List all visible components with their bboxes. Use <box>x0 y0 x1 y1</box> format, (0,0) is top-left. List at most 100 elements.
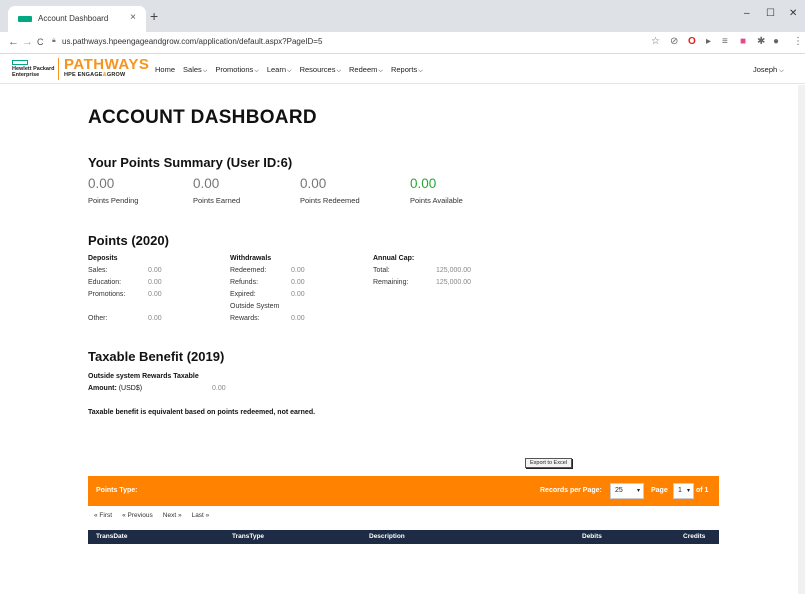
deposit-label: Education: <box>88 279 122 286</box>
page-select[interactable]: 1 ▾ <box>673 483 694 499</box>
lock-icon: 🔒︎ <box>52 37 56 44</box>
chevron-down-icon: ⌵ <box>336 68 342 74</box>
tab-close-icon[interactable]: × <box>130 12 136 23</box>
taxable-amount-value: 0.00 <box>212 385 226 392</box>
pathways-tagline: HPE ENGAGE&GROW <box>64 72 126 78</box>
back-icon[interactable]: ← <box>8 36 19 48</box>
taxable-label-line1: Outside system Rewards Taxable <box>88 373 199 380</box>
page-title: ACCOUNT DASHBOARD <box>88 107 317 128</box>
deposit-value: 0.00 <box>148 315 162 322</box>
menu-item-learn[interactable]: Learn⌵ <box>267 65 292 75</box>
deposits-heading: Deposits <box>88 255 118 262</box>
points-redeemed-label: Points Redeemed <box>300 196 360 205</box>
annual-cap-heading: Annual Cap: <box>373 255 415 262</box>
opera-icon[interactable]: O <box>688 36 696 47</box>
user-menu[interactable]: Joseph ⌵ <box>753 65 784 75</box>
profile-avatar-icon[interactable]: ● <box>773 36 779 47</box>
points-year-heading: Points (2020) <box>88 233 169 248</box>
pager: « First « Previous Next » Last » <box>94 512 209 519</box>
points-available-value: 0.00 <box>410 176 437 191</box>
annual-cap-label: Remaining: <box>373 279 409 286</box>
transactions-filter-bar: Points Type: Records per Page: 25 ▾ Page … <box>88 476 719 506</box>
chevron-down-icon: ⌵ <box>287 68 292 74</box>
page-scrollbar[interactable] <box>798 85 805 594</box>
deposit-value: 0.00 <box>148 291 162 298</box>
points-pending-value: 0.00 <box>88 176 115 191</box>
extension-icon[interactable]: ⊘ <box>670 36 678 47</box>
points-summary-heading: Your Points Summary (User ID:6) <box>88 155 293 170</box>
forward-icon[interactable]: → <box>22 36 33 48</box>
pager-first-link[interactable]: « First <box>94 512 112 519</box>
points-type-label: Points Type: <box>96 487 138 494</box>
menu-item-home[interactable]: Home <box>155 65 175 75</box>
menu-item-promotions[interactable]: Promotions⌵ <box>215 65 259 75</box>
deposit-label: Promotions: <box>88 291 126 298</box>
deposit-label: Other: <box>88 315 108 322</box>
withdrawal-label: Expired: <box>230 291 256 298</box>
export-to-excel-button[interactable]: Export to Excel <box>525 458 572 468</box>
chevron-down-icon: ▾ <box>636 488 640 494</box>
chevron-down-icon: ⌵ <box>202 68 208 74</box>
chevron-down-icon: ⌵ <box>418 68 423 74</box>
points-pending-label: Points Pending <box>88 196 139 205</box>
reload-icon[interactable]: C <box>37 37 44 47</box>
column-header-credits[interactable]: Credits <box>683 533 705 540</box>
page-count: of 1 <box>696 487 709 494</box>
extension-icon[interactable]: ≡ <box>722 36 728 47</box>
address-bar: ← → C 🔒︎ us.pathways.hpeengageandgrow.co… <box>0 32 805 54</box>
column-header-transtype[interactable]: TransType <box>232 533 264 540</box>
withdrawal-value: 0.00 <box>291 291 305 298</box>
hpe-logo[interactable]: Hewlett Packard Enterprise <box>12 60 58 78</box>
withdrawal-value: 0.00 <box>291 267 305 274</box>
browser-tab[interactable]: Account Dashboard × <box>8 6 146 32</box>
menu-item-resources[interactable]: Resources⌵ <box>300 65 341 75</box>
site-header: Hewlett Packard Enterprise PATHWAYS HPE … <box>0 54 805 84</box>
withdrawal-label: Refunds: <box>230 279 259 286</box>
taxable-benefit-heading: Taxable Benefit (2019) <box>88 349 225 364</box>
logo-divider <box>58 58 59 80</box>
menu-item-redeem[interactable]: Redeem⌵ <box>349 65 383 75</box>
menu-item-reports[interactable]: Reports⌵ <box>391 65 423 75</box>
annual-cap-value: 125,000.00 <box>436 279 472 286</box>
transactions-table-header: TransDate TransType Description Debits C… <box>88 530 719 544</box>
withdrawal-label: Rewards: <box>230 315 260 322</box>
pager-previous-link[interactable]: « Previous <box>122 512 153 519</box>
records-per-page-label: Records per Page: <box>540 487 602 494</box>
withdrawal-label: Redeemed: <box>230 267 267 274</box>
minimize-icon[interactable]: – <box>744 8 750 19</box>
tab-title: Account Dashboard <box>38 14 109 23</box>
pathways-logo[interactable]: PATHWAYS <box>64 57 149 72</box>
chevron-down-icon: ⌵ <box>254 68 259 74</box>
column-header-transdate[interactable]: TransDate <box>96 533 127 540</box>
main-menu: Home Sales⌵ Promotions⌵ Learn⌵ Resources… <box>155 65 423 75</box>
column-header-debits[interactable]: Debits <box>582 533 602 540</box>
points-earned-label: Points Earned <box>193 196 241 205</box>
window-close-icon[interactable]: ✕ <box>789 8 797 19</box>
tab-favicon-icon <box>18 16 32 22</box>
maximize-icon[interactable]: ☐ <box>766 8 775 19</box>
withdrawals-heading: Withdrawals <box>230 255 272 262</box>
url-field[interactable]: us.pathways.hpeengageandgrow.com/applica… <box>62 37 322 46</box>
puzzle-icon[interactable]: ✱ <box>757 36 765 47</box>
taxable-label-line2: Amount: (USD$) <box>88 385 143 392</box>
page-label: Page <box>651 487 668 494</box>
pager-next-link[interactable]: Next » <box>163 512 182 519</box>
deposit-value: 0.00 <box>148 267 162 274</box>
media-icon[interactable]: ▸ <box>706 36 711 47</box>
pager-last-link[interactable]: Last » <box>192 512 210 519</box>
column-header-description[interactable]: Description <box>369 533 405 540</box>
extension-icon[interactable]: ■ <box>740 36 746 47</box>
withdrawal-label: Outside System <box>230 303 280 310</box>
new-tab-button[interactable]: + <box>150 9 158 23</box>
star-icon[interactable]: ☆ <box>651 36 660 47</box>
menu-item-sales[interactable]: Sales⌵ <box>183 65 207 75</box>
taxable-note: Taxable benefit is equivalent based on p… <box>88 409 316 416</box>
more-menu-icon[interactable]: ⋮ <box>793 36 803 47</box>
chevron-down-icon: ⌵ <box>779 68 784 74</box>
withdrawal-value: 0.00 <box>291 315 305 322</box>
hpe-logo-icon <box>12 60 28 65</box>
hpe-logo-text: Hewlett Packard Enterprise <box>12 66 55 78</box>
points-redeemed-value: 0.00 <box>300 176 327 191</box>
records-per-page-select[interactable]: 25 ▾ <box>610 483 644 499</box>
chevron-down-icon: ⌵ <box>378 68 383 74</box>
